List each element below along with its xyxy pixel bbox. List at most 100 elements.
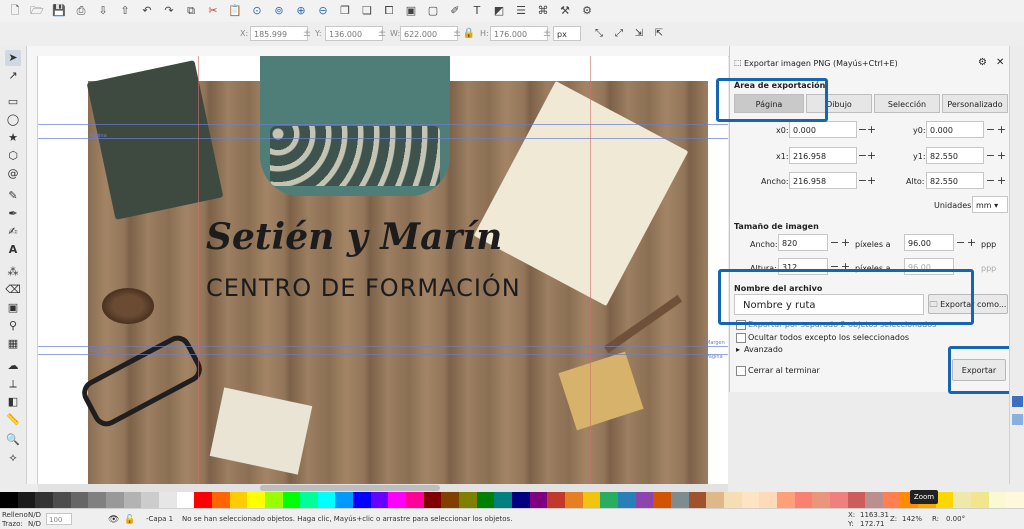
color-swatch[interactable] [459,492,477,508]
color-swatch[interactable] [582,492,601,508]
move-patterns-icon[interactable]: ⇱ [652,26,666,41]
spiral-tool-icon[interactable]: @ [5,166,21,182]
star-tool-icon[interactable]: ★ [5,130,21,146]
width-field[interactable]: 216.958 [789,172,857,189]
color-swatch[interactable] [953,492,972,508]
color-swatch[interactable] [776,492,795,508]
rotation-value[interactable]: 0.00° [946,515,965,523]
color-swatch[interactable] [882,492,901,508]
guide-line[interactable] [198,56,199,484]
print-icon[interactable]: ⎙ [74,4,88,18]
img-width-field[interactable]: 820 [778,234,828,251]
fill-stroke-icon[interactable]: ◩ [492,4,506,18]
color-swatch[interactable] [829,492,848,508]
export-icon[interactable]: ⇧ [118,4,132,18]
zoom-selection-icon[interactable]: ⊙ [250,4,264,18]
y0-decrement[interactable]: − [985,121,996,138]
layer-select[interactable]: -Capa 1 [146,515,173,523]
align-icon[interactable]: ☰ [514,4,528,18]
dropper-tool-icon[interactable]: ⚲ [5,318,21,334]
unlink-clone-icon[interactable]: ⧠ [382,4,396,18]
color-swatch[interactable] [441,492,460,508]
color-swatch[interactable] [547,492,565,508]
color-swatch[interactable] [512,492,530,508]
x1-increment[interactable]: + [866,147,877,164]
pencil-tool-icon[interactable]: ✎ [5,188,21,204]
move-gradients-icon[interactable]: ⇲ [632,26,646,41]
height-decrement[interactable]: − [985,172,996,189]
color-swatch[interactable] [688,492,707,508]
color-swatch[interactable] [0,492,18,508]
color-swatch[interactable] [211,492,230,508]
color-swatch[interactable] [105,492,124,508]
x-stepper[interactable]: ± [300,26,314,41]
eraser-tool-icon[interactable]: ⌫ [5,282,21,298]
img-width-increment[interactable]: + [840,234,851,251]
copy-icon[interactable]: ⧉ [184,4,198,18]
color-swatch[interactable] [670,492,689,508]
cut-icon[interactable]: ✂ [206,4,220,18]
stroke-value[interactable]: N/D [28,520,41,528]
color-swatch[interactable] [264,492,283,508]
color-swatch[interactable] [759,492,777,508]
dpi-width-field[interactable]: 96.00 [904,234,954,251]
color-swatch[interactable] [70,492,89,508]
connector-tool-icon[interactable]: ⟂ [5,376,21,392]
color-swatch[interactable] [476,492,495,508]
color-swatch[interactable] [335,492,354,508]
duplicate-icon[interactable]: ❐ [338,4,352,18]
color-swatch[interactable] [565,492,583,508]
advanced-expander-label[interactable]: Avanzado [744,345,783,354]
measure-tool-icon[interactable]: 📏 [5,412,21,428]
zoom-drawing-icon[interactable]: ⊚ [272,4,286,18]
y-stepper[interactable]: ± [375,26,389,41]
color-swatch[interactable] [35,492,53,508]
layer-lock-icon[interactable]: 🔓 [124,515,135,525]
color-swatch[interactable] [529,492,548,508]
lpe-tool-icon[interactable]: ⟡ [5,450,21,466]
dialog-settings-icon[interactable]: ⚙ [978,57,987,68]
color-swatch[interactable] [282,492,301,508]
gradient-tool-icon[interactable]: ◧ [5,394,21,410]
color-swatch[interactable] [17,492,36,508]
color-swatch[interactable] [635,492,654,508]
logo-subtitle-text[interactable]: CENTRO DE FORMACIÓN [206,274,520,304]
node-editor-icon[interactable]: ✐ [448,4,462,18]
area-selection-button[interactable]: Selección [874,94,940,113]
x0-field[interactable]: 0.000 [789,121,857,138]
guide-line[interactable] [38,138,728,139]
box3d-tool-icon[interactable]: ⬡ [5,148,21,164]
drawing-canvas[interactable]: Setién y Marín CENTRO DE FORMACIÓN Págin… [38,56,728,484]
color-swatch[interactable] [865,492,883,508]
y0-increment[interactable]: + [996,121,1007,138]
guide-line[interactable] [38,124,728,125]
color-swatch[interactable] [741,492,760,508]
hide-all-checkbox[interactable] [736,333,746,343]
horizontal-scrollbar-thumb[interactable] [260,485,440,491]
tools-icon[interactable]: ⚙ [580,4,594,18]
text-tool-icon[interactable]: A [5,242,21,258]
scale-corners-icon[interactable]: ⤢ [612,26,626,41]
color-swatch[interactable] [812,492,830,508]
color-swatch[interactable] [370,492,389,508]
y1-decrement[interactable]: − [985,147,996,164]
new-icon[interactable]: 🗋 [8,4,22,18]
color-swatch[interactable] [706,492,724,508]
zoom-page-icon[interactable]: ⊕ [294,4,308,18]
zoom-value[interactable]: 142% [902,515,922,523]
logo-title-text[interactable]: Setién y Marín [206,216,506,262]
y1-field[interactable]: 82.550 [926,147,984,164]
tweak-tool-icon[interactable]: ☁ [5,358,21,374]
mesh-tool-icon[interactable]: ▦ [5,336,21,352]
color-swatch[interactable] [88,492,106,508]
units-select[interactable]: mm ▾ [972,196,1008,213]
selector-tool-icon[interactable]: ➤ [5,50,21,66]
dpi-decrement[interactable]: − [955,234,966,251]
color-swatch[interactable] [600,492,618,508]
color-swatch[interactable] [935,492,954,508]
dpi-increment[interactable]: + [966,234,977,251]
color-swatch[interactable] [423,492,442,508]
area-custom-button[interactable]: Personalizado [942,94,1008,113]
save-icon[interactable]: 💾 [52,4,66,18]
color-swatch[interactable] [1006,492,1024,508]
